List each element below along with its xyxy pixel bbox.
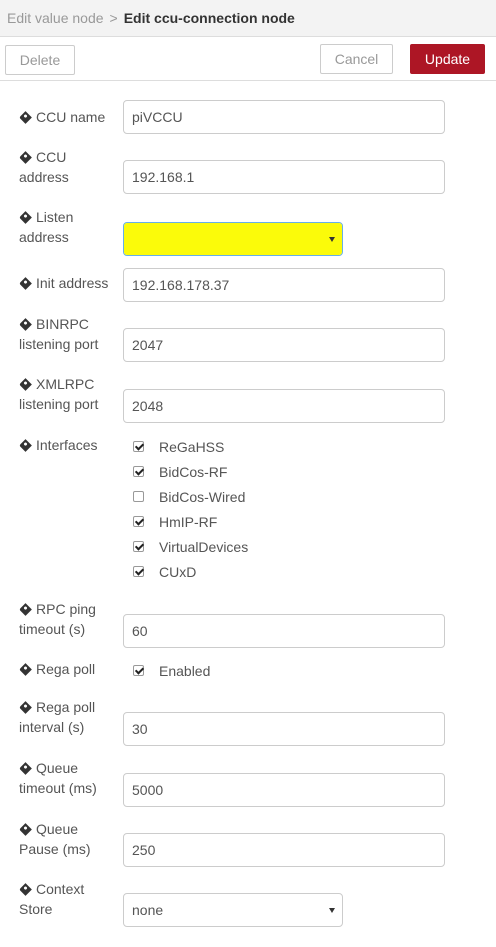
- tag-icon: [19, 701, 32, 715]
- tag-icon: [19, 277, 32, 291]
- init-address-label: Init address: [19, 273, 114, 293]
- queue-pause-label: Queue Pause (ms): [19, 821, 91, 857]
- interface-checkbox[interactable]: [133, 441, 144, 452]
- ccu-address-input[interactable]: 192.168.1: [123, 160, 445, 194]
- queue-timeout-input[interactable]: 5000: [123, 773, 445, 807]
- tag-icon: [19, 883, 32, 897]
- dialog-toolbar: Delete Cancel Update: [0, 37, 496, 81]
- cancel-button[interactable]: Cancel: [320, 44, 393, 74]
- binrpc-port-input[interactable]: 2047: [123, 328, 445, 362]
- tag-icon: [19, 211, 32, 225]
- interface-checkbox[interactable]: [133, 566, 144, 577]
- init-address-input[interactable]: 192.168.178.37: [123, 268, 445, 302]
- tag-icon: [19, 378, 32, 392]
- tag-icon: [19, 439, 32, 453]
- interface-checkbox[interactable]: [133, 516, 144, 527]
- interface-checkbox[interactable]: [133, 491, 144, 502]
- interface-checkbox[interactable]: [133, 466, 144, 477]
- breadcrumb-current: Edit ccu-connection node: [123, 10, 295, 26]
- ccu-address-label: CCU address: [19, 149, 69, 185]
- caret-down-icon: [329, 908, 335, 913]
- tag-icon: [19, 663, 32, 677]
- binrpc-port-label: BINRPC listening port: [19, 316, 99, 352]
- interfaces-label: Interfaces: [19, 435, 114, 455]
- interface-checkbox-label: HmIP-RF: [159, 514, 218, 530]
- listen-address-select[interactable]: [123, 222, 343, 256]
- update-button[interactable]: Update: [410, 44, 485, 74]
- context-store-select[interactable]: none: [123, 893, 343, 927]
- tag-icon: [19, 823, 32, 837]
- ccu-name-input[interactable]: piVCCU: [123, 100, 445, 134]
- interface-checkbox-label: CUxD: [159, 564, 197, 580]
- interface-checkbox[interactable]: [133, 541, 144, 552]
- interface-checkbox-label: BidCos-RF: [159, 464, 228, 480]
- caret-down-icon: [329, 237, 335, 242]
- rpc-ping-timeout-label: RPC ping timeout (s): [19, 601, 96, 637]
- rega-poll-interval-input[interactable]: 30: [123, 712, 445, 746]
- tag-icon: [19, 111, 32, 125]
- breadcrumb-parent[interactable]: Edit value node: [7, 10, 104, 26]
- interface-checkbox-label: BidCos-Wired: [159, 489, 246, 505]
- tag-icon: [19, 603, 32, 617]
- xmlrpc-port-label: XMLRPC listening port: [19, 376, 99, 412]
- listen-address-label: Listen address: [19, 209, 74, 245]
- breadcrumb-separator: >: [109, 10, 118, 26]
- tag-icon: [19, 318, 32, 332]
- rega-poll-checkbox[interactable]: [133, 665, 144, 676]
- tag-icon: [19, 762, 32, 776]
- dialog-header: Edit value node > Edit ccu-connection node: [0, 0, 496, 37]
- delete-button[interactable]: Delete: [5, 45, 75, 75]
- rega-poll-interval-label: Rega poll interval (s): [19, 699, 96, 735]
- queue-pause-input[interactable]: 250: [123, 833, 445, 867]
- ccu-name-label: CCU name: [19, 107, 114, 127]
- tag-icon: [19, 151, 32, 165]
- interface-checkbox-label: VirtualDevices: [159, 539, 249, 555]
- queue-timeout-label: Queue timeout (ms): [19, 760, 97, 796]
- xmlrpc-port-input[interactable]: 2048: [123, 389, 445, 423]
- rega-poll-checkbox-label: Enabled: [159, 663, 211, 679]
- rpc-ping-timeout-input[interactable]: 60: [123, 614, 445, 648]
- redaction-highlight: [124, 223, 342, 255]
- context-store-label: Context Store: [19, 881, 85, 917]
- rega-poll-label: Rega poll: [19, 659, 114, 679]
- interface-checkbox-label: ReGaHSS: [159, 439, 225, 455]
